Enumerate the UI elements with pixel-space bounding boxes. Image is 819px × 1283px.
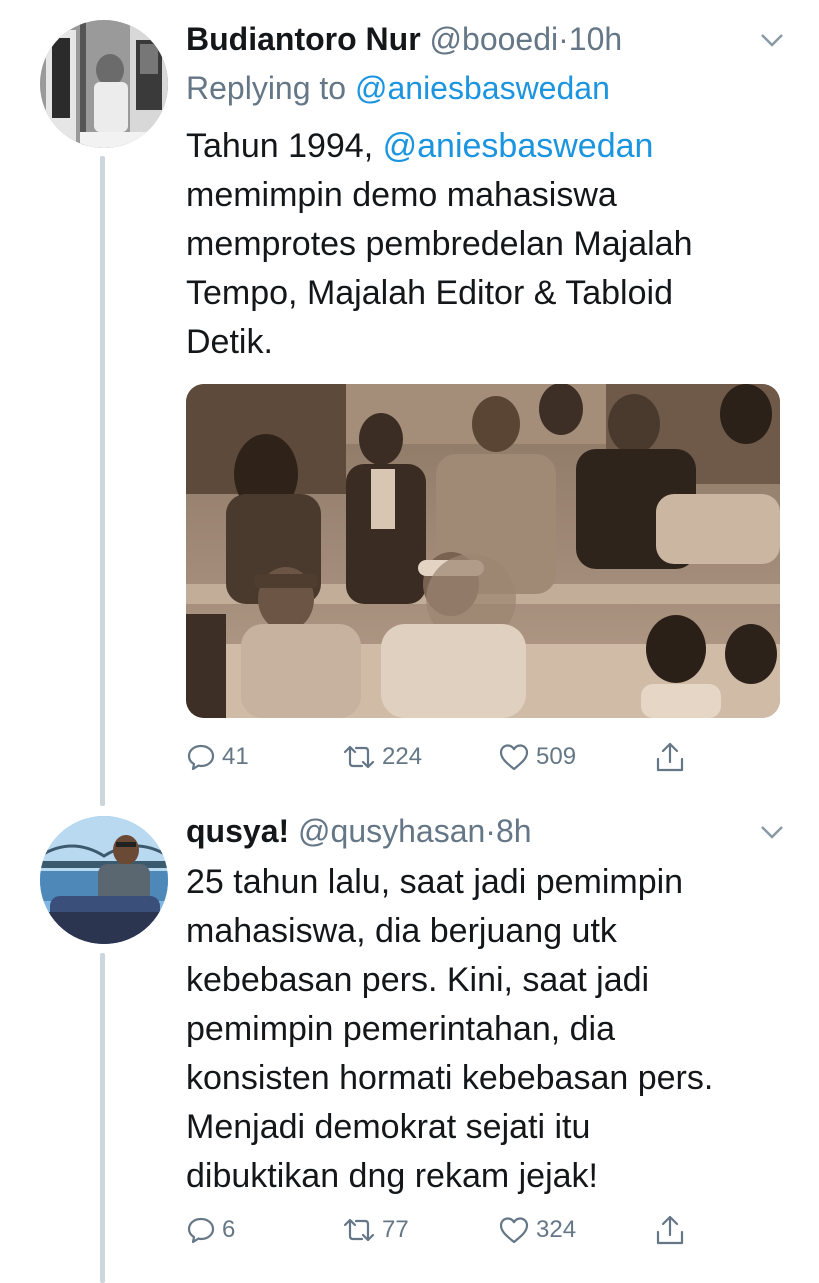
- tweet-1[interactable]: Budiantoro Nur @booedi·10h Replying to @…: [0, 0, 819, 806]
- thread-line: [100, 156, 105, 806]
- chevron-down-icon[interactable]: [758, 30, 786, 50]
- retweet-count: 77: [382, 1216, 409, 1243]
- avatar-photo: [40, 816, 168, 944]
- tweet-header: qusya! @qusyhasan·8h: [186, 812, 532, 850]
- avatar[interactable]: [40, 20, 168, 148]
- sepia-photo-students: [186, 384, 780, 718]
- display-name[interactable]: Budiantoro Nur: [186, 21, 421, 57]
- share-button[interactable]: [654, 1210, 686, 1250]
- user-handle[interactable]: @booedi: [430, 21, 559, 57]
- text-line: memimpin demo mahasiswa: [186, 176, 617, 214]
- retweet-count: 224: [382, 743, 423, 770]
- reply-count: 6: [222, 1216, 236, 1243]
- text-prefix: Tahun 1994,: [186, 127, 383, 165]
- reply-button[interactable]: 41: [186, 737, 249, 777]
- text-line: Menjadi demokrat sejati itu: [186, 1108, 591, 1146]
- retweet-button[interactable]: 224: [342, 737, 422, 777]
- display-name[interactable]: qusya!: [186, 813, 289, 849]
- retweet-button[interactable]: 77: [342, 1210, 409, 1250]
- share-icon: [656, 742, 684, 772]
- tweet-photo[interactable]: [186, 384, 780, 718]
- replying-to: Replying to @aniesbaswedan: [186, 69, 610, 107]
- heart-icon: [499, 1217, 529, 1244]
- like-count: 324: [536, 1216, 577, 1243]
- mention-link[interactable]: @aniesbaswedan: [383, 127, 654, 165]
- chevron-down-icon[interactable]: [758, 822, 786, 842]
- tweet-text: 25 tahun lalu, saat jadi pemimpin mahasi…: [186, 858, 786, 1201]
- text-line: Tahun 1994, @aniesbaswedan: [186, 122, 786, 171]
- like-button[interactable]: 324: [498, 1210, 576, 1250]
- user-handle[interactable]: @qusyhasan: [298, 813, 485, 849]
- reply-count: 41: [222, 743, 249, 770]
- reply-icon: [187, 1217, 215, 1244]
- separator: ·: [558, 21, 569, 57]
- text-line: dibuktikan dng rekam jejak!: [186, 1157, 599, 1195]
- replying-to-mention[interactable]: @aniesbaswedan: [355, 70, 610, 106]
- text-line: kebebasan pers. Kini, saat jadi: [186, 961, 650, 999]
- reply-icon: [187, 744, 215, 771]
- avatar-photo: [40, 20, 168, 148]
- text-line: 25 tahun lalu, saat jadi pemimpin: [186, 863, 684, 901]
- share-button[interactable]: [654, 737, 686, 777]
- thread-line: [100, 953, 105, 1283]
- replying-to-label: Replying to: [186, 70, 347, 106]
- avatar[interactable]: [40, 816, 168, 944]
- reply-button[interactable]: 6: [186, 1210, 235, 1250]
- text-line: Detik.: [186, 323, 273, 361]
- text-line: konsisten hormati kebebasan pers.: [186, 1059, 714, 1097]
- tweet-2[interactable]: qusya! @qusyhasan·8h 25 tahun lalu, saat…: [0, 800, 819, 1283]
- tweet-header: Budiantoro Nur @booedi·10h: [186, 20, 622, 58]
- retweet-icon: [343, 1218, 375, 1242]
- text-line: Tempo, Majalah Editor & Tabloid: [186, 274, 673, 312]
- retweet-icon: [343, 745, 375, 769]
- timestamp[interactable]: 10h: [569, 21, 622, 57]
- timestamp[interactable]: 8h: [496, 813, 532, 849]
- like-count: 509: [536, 743, 577, 770]
- tweet-actions: 41 224 509: [186, 737, 706, 777]
- text-line: memprotes pembredelan Majalah: [186, 225, 693, 263]
- like-button[interactable]: 509: [498, 737, 576, 777]
- tweet-actions: 6 77 324: [186, 1210, 706, 1250]
- tweet-text: Tahun 1994, @aniesbaswedan memimpin demo…: [186, 122, 786, 367]
- separator: ·: [485, 813, 496, 849]
- text-line: mahasiswa, dia berjuang utk: [186, 912, 617, 950]
- heart-icon: [499, 744, 529, 771]
- text-line: pemimpin pemerintahan, dia: [186, 1010, 616, 1048]
- share-icon: [656, 1215, 684, 1245]
